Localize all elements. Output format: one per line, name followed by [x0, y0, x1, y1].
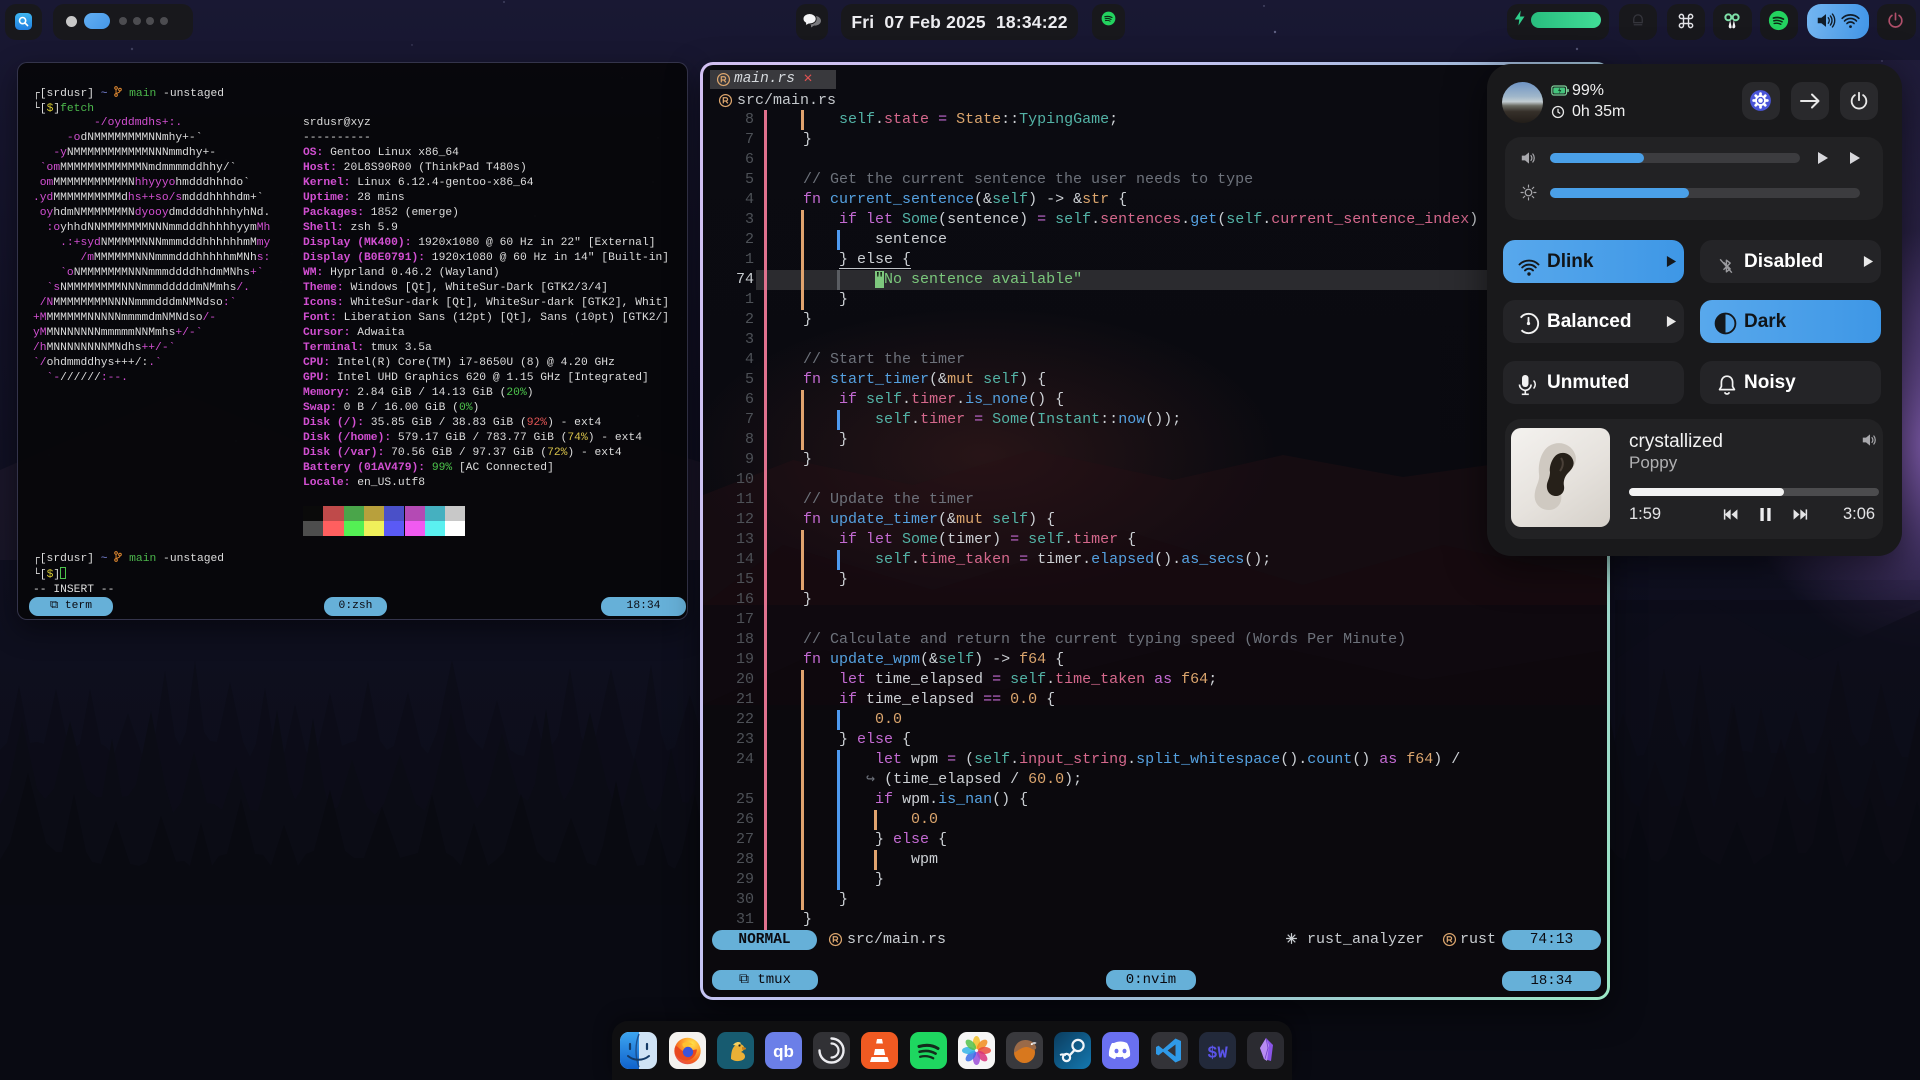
svg-text:qb: qb — [773, 1042, 794, 1061]
svg-text:$W: $W — [1207, 1045, 1228, 1064]
